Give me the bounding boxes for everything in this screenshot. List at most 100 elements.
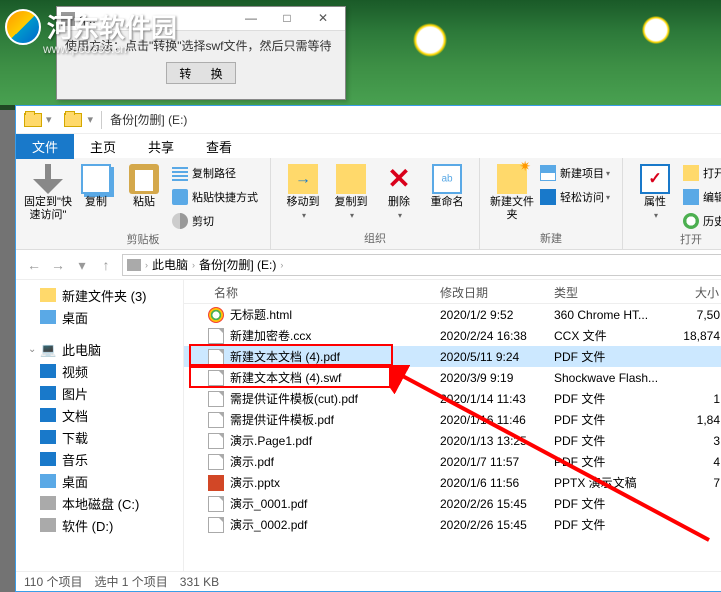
group-label-organize: 组织 xyxy=(279,231,471,247)
rename-button[interactable]: 重命名 xyxy=(423,160,471,209)
new-folder-button[interactable]: 新建文件夹 xyxy=(488,160,536,222)
file-rows: 无标题.html2020/1/2 9:52360 Chrome HT...7,5… xyxy=(184,304,721,535)
file-row[interactable]: 演示.Page1.pdf2020/1/13 13:25PDF 文件3 xyxy=(184,430,721,451)
file-name: 演示_0002.pdf xyxy=(230,516,307,533)
file-row[interactable]: 新建文本文档 (4).swf2020/3/9 9:19Shockwave Fla… xyxy=(184,367,721,388)
minimize-button[interactable]: — xyxy=(233,8,269,30)
copy-path-button[interactable]: 复制路径 xyxy=(168,162,262,184)
file-row[interactable]: 演示.pdf2020/1/7 11:57PDF 文件4 xyxy=(184,451,721,472)
watermark-logo-icon xyxy=(5,9,41,45)
easy-access-button[interactable]: 轻松访问▾ xyxy=(536,186,614,208)
forward-button[interactable]: → xyxy=(46,253,70,277)
file-row[interactable]: 演示.pptx2020/1/6 11:56PPTX 演示文稿7 xyxy=(184,472,721,493)
file-size: 18,874 xyxy=(676,329,721,343)
properties-button[interactable]: 属性▾ xyxy=(631,160,679,222)
rename-icon xyxy=(432,164,462,194)
nav-desktop2[interactable]: 桌面 xyxy=(16,470,183,492)
tab-share[interactable]: 共享 xyxy=(132,134,190,159)
path-icon xyxy=(172,165,188,181)
move-to-button[interactable]: 移动到▾ xyxy=(279,160,327,222)
nav-newfolder[interactable]: 新建文件夹 (3) xyxy=(16,284,183,306)
file-icon xyxy=(208,496,224,512)
file-row[interactable]: 新建加密卷.ccx2020/2/24 16:38CCX 文件18,874 xyxy=(184,325,721,346)
open-button[interactable]: 打开▾ xyxy=(679,162,721,184)
nav-ddrive[interactable]: 软件 (D:) xyxy=(16,514,183,536)
status-bar: 110 个项目 选中 1 个项目 331 KB xyxy=(16,571,721,591)
documents-icon xyxy=(40,408,56,422)
close-button[interactable]: ✕ xyxy=(305,8,341,30)
address-field[interactable]: › 此电脑 › 备份[勿删] (E:) › xyxy=(122,254,721,276)
copy-icon xyxy=(81,164,111,194)
nav-thispc[interactable]: ⌄💻此电脑 xyxy=(16,338,183,360)
desktop-icon xyxy=(40,310,56,324)
col-date[interactable]: 修改日期 xyxy=(434,280,548,303)
file-date: 2020/2/24 16:38 xyxy=(434,329,548,343)
desktop-icon xyxy=(40,474,56,488)
breadcrumb-folder[interactable]: 备份[勿删] (E:) xyxy=(195,256,280,273)
nav-cdrive[interactable]: 本地磁盘 (C:) xyxy=(16,492,183,514)
new-item-button[interactable]: 新建项目▾ xyxy=(536,162,614,184)
file-row[interactable]: 需提供证件模板.pdf2020/1/16 11:46PDF 文件1,84 xyxy=(184,409,721,430)
file-row[interactable]: 无标题.html2020/1/2 9:52360 Chrome HT...7,5… xyxy=(184,304,721,325)
nav-pictures[interactable]: 图片 xyxy=(16,382,183,404)
link-icon xyxy=(172,189,188,205)
window-title: 备份[勿删] (E:) xyxy=(110,111,187,128)
explorer-titlebar[interactable]: ▾ ▾ 备份[勿删] (E:) xyxy=(16,106,721,134)
cut-icon xyxy=(172,213,188,229)
nav-documents[interactable]: 文档 xyxy=(16,404,183,426)
pin-icon xyxy=(33,164,63,194)
file-row[interactable]: 演示_0001.pdf2020/2/26 15:45PDF 文件 xyxy=(184,493,721,514)
cut-button[interactable]: 剪切 xyxy=(168,210,262,232)
paste-label: 粘贴 xyxy=(133,196,155,209)
file-date: 2020/1/13 13:25 xyxy=(434,434,548,448)
easy-access-icon xyxy=(540,189,556,205)
separator xyxy=(101,111,102,129)
nav-music[interactable]: 音乐 xyxy=(16,448,183,470)
col-name[interactable]: 名称 xyxy=(184,280,434,303)
new-item-icon xyxy=(540,165,556,181)
history-button[interactable]: 历史记录 xyxy=(679,210,721,232)
file-row[interactable]: 演示_0002.pdf2020/2/26 15:45PDF 文件 xyxy=(184,514,721,535)
col-type[interactable]: 类型 xyxy=(548,280,676,303)
file-list-header: 名称 修改日期 类型 大小 xyxy=(184,280,721,304)
copy-label: 复制 xyxy=(85,196,107,209)
delete-button[interactable]: ✕删除▾ xyxy=(375,160,423,222)
copy-to-button[interactable]: 复制到▾ xyxy=(327,160,375,222)
file-date: 2020/1/6 11:56 xyxy=(434,476,548,490)
tab-home[interactable]: 主页 xyxy=(74,134,132,159)
file-size: 4 xyxy=(676,455,721,469)
paste-shortcut-button[interactable]: 粘贴快捷方式 xyxy=(168,186,262,208)
file-row[interactable]: 需提供证件模板(cut).pdf2020/1/14 11:43PDF 文件1 xyxy=(184,388,721,409)
file-icon xyxy=(208,517,224,533)
paste-icon xyxy=(129,164,159,194)
maximize-button[interactable]: □ xyxy=(269,8,305,30)
file-size: 7,50 xyxy=(676,308,721,322)
convert-button[interactable]: 转 换 xyxy=(166,62,236,84)
up-button[interactable]: ↑ xyxy=(94,253,118,277)
folder-icon xyxy=(40,288,56,302)
ribbon: 固定到"快速访问" 复制 粘贴 复制路径 粘贴快捷方式 剪切 剪贴板 xyxy=(16,158,721,250)
file-row[interactable]: 新建文本文档 (4).pdf2020/5/11 9:24PDF 文件 xyxy=(184,346,721,367)
back-button[interactable]: ← xyxy=(22,253,46,277)
open-icon xyxy=(683,165,699,181)
file-type: PDF 文件 xyxy=(548,453,676,470)
copy-button[interactable]: 复制 xyxy=(72,160,120,209)
edit-button[interactable]: 编辑 xyxy=(679,186,721,208)
file-type: PPTX 演示文稿 xyxy=(548,474,676,491)
tab-file[interactable]: 文件 xyxy=(16,134,74,159)
tab-view[interactable]: 查看 xyxy=(190,134,248,159)
group-label-new: 新建 xyxy=(488,231,614,247)
file-date: 2020/1/14 11:43 xyxy=(434,392,548,406)
file-type: Shockwave Flash... xyxy=(548,371,676,385)
pin-button[interactable]: 固定到"快速访问" xyxy=(24,160,72,222)
file-type: PDF 文件 xyxy=(548,411,676,428)
drive-icon xyxy=(40,496,56,510)
nav-desktop[interactable]: 桌面 xyxy=(16,306,183,328)
nav-downloads[interactable]: 下载 xyxy=(16,426,183,448)
col-size[interactable]: 大小 xyxy=(676,280,721,303)
recent-button[interactable]: ▾ xyxy=(70,253,94,277)
paste-button[interactable]: 粘贴 xyxy=(120,160,168,209)
nav-video[interactable]: 视频 xyxy=(16,360,183,382)
breadcrumb-pc[interactable]: 此电脑 xyxy=(148,256,192,273)
drive-icon xyxy=(40,518,56,532)
